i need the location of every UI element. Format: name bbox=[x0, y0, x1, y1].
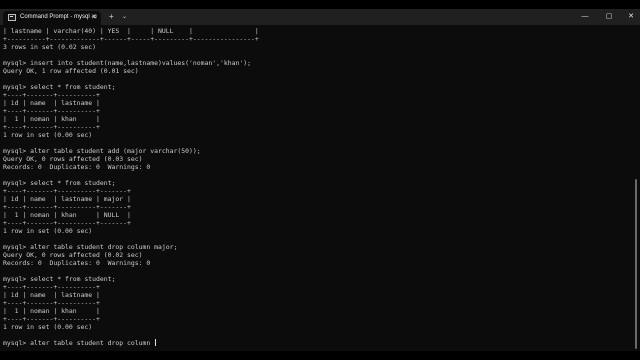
console-line: Query OK, 0 rows affected (0.02 sec) bbox=[3, 251, 143, 259]
console-output[interactable]: | lastname | varchar(40) | YES | | NULL … bbox=[3, 27, 631, 351]
console-line: mysql> insert into student(name,lastname… bbox=[3, 59, 252, 67]
console-line: +----+-------+----------+-------+ bbox=[3, 187, 131, 195]
scrollbar-thumb[interactable] bbox=[635, 179, 637, 349]
console-line: Query OK, 1 row affected (0.01 sec) bbox=[3, 67, 139, 75]
new-tab-button[interactable]: + bbox=[109, 12, 114, 22]
console-line: +----+-------+----------+ bbox=[3, 91, 100, 99]
chevron-down-icon[interactable]: ⌄ bbox=[122, 12, 127, 22]
tab-title: Command Prompt - mysql -u bbox=[20, 14, 97, 20]
console-line: mysql> alter table student add (major va… bbox=[3, 147, 201, 155]
terminal-window: Command Prompt - mysql -u ✕ + ⌄ — ▢ ✕ | … bbox=[0, 9, 640, 351]
close-button[interactable]: ✕ bbox=[622, 11, 640, 23]
console-line: +----------+-------------+------+-----+-… bbox=[3, 35, 259, 43]
console-line: | 1 | noman | khan | NULL | bbox=[3, 211, 131, 219]
maximize-button[interactable]: ▢ bbox=[600, 11, 618, 23]
console-line: Query OK, 0 rows affected (0.03 sec) bbox=[3, 155, 143, 163]
letterbox-top bbox=[0, 0, 640, 9]
console-line: +----+-------+----------+ bbox=[3, 315, 100, 323]
console-line: Records: 0 Duplicates: 0 Warnings: 0 bbox=[3, 259, 151, 267]
console-line: | id | name | lastname | major | bbox=[3, 195, 131, 203]
console-line: mysql> select * from student; bbox=[3, 179, 116, 187]
console-line: | 1 | noman | khan | bbox=[3, 307, 100, 315]
console-line: Records: 0 Duplicates: 0 Warnings: 0 bbox=[3, 163, 151, 171]
console-line: +----+-------+----------+-------+ bbox=[3, 219, 131, 227]
console-line: +----+-------+----------+ bbox=[3, 299, 100, 307]
letterbox-bottom bbox=[0, 351, 640, 360]
console-line: | id | name | lastname | bbox=[3, 99, 100, 107]
tab-command-prompt[interactable]: Command Prompt - mysql -u ✕ bbox=[3, 11, 101, 25]
minimize-button[interactable]: — bbox=[576, 11, 594, 23]
console-line: mysql> select * from student; bbox=[3, 275, 116, 283]
console-line: 1 row in set (0.00 sec) bbox=[3, 131, 93, 139]
console-line: 1 row in set (0.00 sec) bbox=[3, 227, 93, 235]
title-bar: Command Prompt - mysql -u ✕ + ⌄ — ▢ ✕ bbox=[0, 9, 640, 25]
tab-close-icon[interactable]: ✕ bbox=[91, 13, 97, 22]
console-line: 3 rows in set (0.02 sec) bbox=[3, 43, 97, 51]
current-command[interactable]: mysql> alter table student drop column bbox=[3, 339, 154, 347]
console-line: +----+-------+----------+-------+ bbox=[3, 203, 131, 211]
scrollbar[interactable] bbox=[634, 27, 638, 351]
console-line: +----+-------+----------+ bbox=[3, 283, 100, 291]
command-input-line[interactable]: mysql> alter table student drop column bbox=[3, 339, 631, 347]
console-line: +----+-------+----------+ bbox=[3, 107, 100, 115]
text-cursor bbox=[155, 339, 157, 346]
console-line: | 1 | noman | khan | bbox=[3, 115, 100, 123]
console-line: 1 row in set (0.00 sec) bbox=[3, 323, 93, 331]
console-line: | lastname | varchar(40) | YES | | NULL … bbox=[3, 27, 259, 35]
console-line: mysql> alter table student drop column m… bbox=[3, 243, 178, 251]
terminal-icon bbox=[8, 14, 16, 21]
console-line: +----+-------+----------+ bbox=[3, 123, 100, 131]
console-line: mysql> select * from student; bbox=[3, 83, 116, 91]
console-line: | id | name | lastname | bbox=[3, 291, 100, 299]
